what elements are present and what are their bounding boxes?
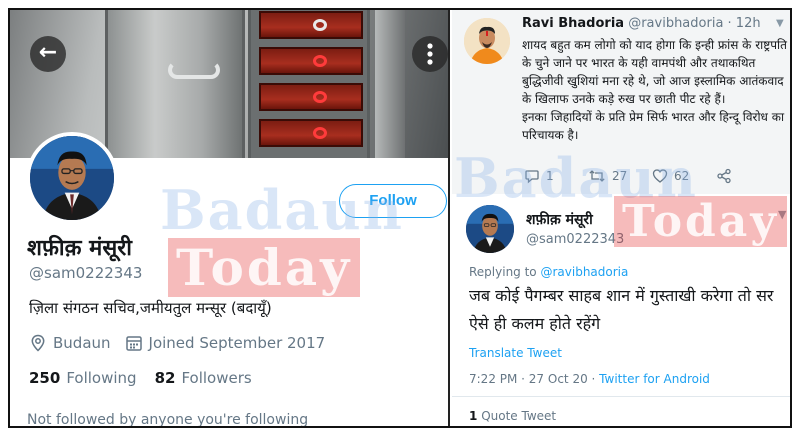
banner-drawer — [259, 119, 363, 147]
profile-follow-stats: 250 Following 82 Followers — [29, 369, 252, 387]
tweet1-author-handle: @ravibhadoria — [628, 16, 724, 31]
more-options-button[interactable] — [412, 36, 448, 72]
tweet-panel: Ravi Bhadoria @ravibhadoria · 12h ▼ शायद… — [452, 10, 790, 426]
tweet1-body: शायद बहुत कम लोगो को याद होगा कि इन्ही फ… — [522, 36, 788, 144]
divider — [452, 396, 790, 397]
profile-meta: Budaun Joined September 2017 — [29, 334, 325, 352]
following-link[interactable]: 250 Following — [29, 369, 137, 387]
translate-tweet-link[interactable]: Translate Tweet — [469, 346, 562, 360]
banner-drawers — [248, 10, 370, 158]
watermark-badaun: Badaun — [160, 178, 404, 242]
tweet1-time: · 12h — [727, 16, 761, 31]
replying-to: Replying to @ravibhadoria — [469, 265, 628, 279]
followers-link[interactable]: 82 Followers — [155, 369, 252, 387]
not-followed-note: Not followed by anyone you're following — [27, 412, 309, 426]
tweet2-body: जब कोई पैगम्बर साहब शान में गुस्ताखी करे… — [469, 286, 774, 333]
followers-label: Followers — [181, 369, 252, 387]
tweet2-time: 7:22 PM · 27 Oct 20 · — [469, 372, 596, 386]
tweet1-author-name[interactable]: Ravi Bhadoria — [522, 16, 624, 31]
banner-cabinet-handle — [168, 61, 220, 79]
tweet1-paragraph: शायद बहुत कम लोगो को याद होगा कि इन्ही फ… — [522, 38, 787, 106]
tweet2-source-link[interactable]: Twitter for Android — [599, 372, 710, 386]
location-pin-icon — [31, 334, 45, 352]
tweet1-paragraph: इनका जिहादियों के प्रति प्रेम सिर्फ भारत… — [522, 110, 785, 142]
profile-location: Budaun — [53, 334, 111, 352]
screenshot-frame: ← Follow शफ़ीक़ मंसूरी @sam0222343 ज़िला… — [8, 8, 792, 428]
followers-count: 82 — [154, 369, 176, 387]
watermark-today: Today — [168, 238, 361, 297]
tweet2-avatar[interactable] — [466, 205, 514, 253]
tweet2-timestamp: 7:22 PM · 27 Oct 20 · Twitter for Androi… — [469, 372, 710, 386]
banner-drawer — [259, 47, 363, 75]
profile-avatar[interactable] — [26, 132, 118, 224]
profile-panel: ← Follow शफ़ीक़ मंसूरी @sam0222343 ज़िला… — [10, 10, 450, 426]
arrow-left-icon: ← — [38, 40, 58, 65]
following-label: Following — [66, 369, 137, 387]
banner-cabinet-door — [105, 10, 245, 158]
profile-bio: ज़िला संगठन सचिव,जमीयतुल मन्सूर (बदायूँ) — [29, 299, 272, 317]
calendar-icon — [125, 336, 142, 351]
back-button[interactable]: ← — [30, 36, 66, 72]
tweet1-header: Ravi Bhadoria @ravibhadoria · 12h — [522, 16, 761, 31]
banner-cabinet-post — [375, 10, 405, 158]
quote-count: 1 — [469, 409, 478, 423]
profile-joined: Joined September 2017 — [148, 334, 326, 352]
replying-to-link[interactable]: @ravibhadoria — [540, 265, 628, 279]
man-portrait-icon — [30, 136, 114, 220]
man-portrait-icon — [466, 205, 514, 253]
tweet2-author-name[interactable]: शफ़ीक़ मंसूरी — [526, 210, 593, 229]
share-icon — [717, 168, 731, 184]
banner-drawer — [259, 11, 363, 39]
replying-prefix: Replying to — [469, 265, 537, 279]
tweet2-author-handle: @sam0222343 — [526, 232, 625, 247]
profile-name: शफ़ीक़ मंसूरी — [27, 236, 132, 261]
more-vertical-icon — [427, 43, 433, 65]
chevron-down-icon[interactable]: ▼ — [776, 18, 784, 29]
following-count: 250 — [29, 369, 61, 387]
share-button[interactable] — [716, 168, 780, 184]
quote-label: Quote Tweet — [481, 409, 557, 423]
tweet1-avatar[interactable] — [464, 18, 510, 64]
banner-drawer — [259, 83, 363, 111]
watermark-today: Today — [614, 196, 787, 247]
profile-handle: @sam0222343 — [29, 264, 143, 282]
man-portrait-icon — [464, 18, 510, 64]
quote-tweets-link[interactable]: 1 Quote Tweet — [469, 409, 556, 423]
